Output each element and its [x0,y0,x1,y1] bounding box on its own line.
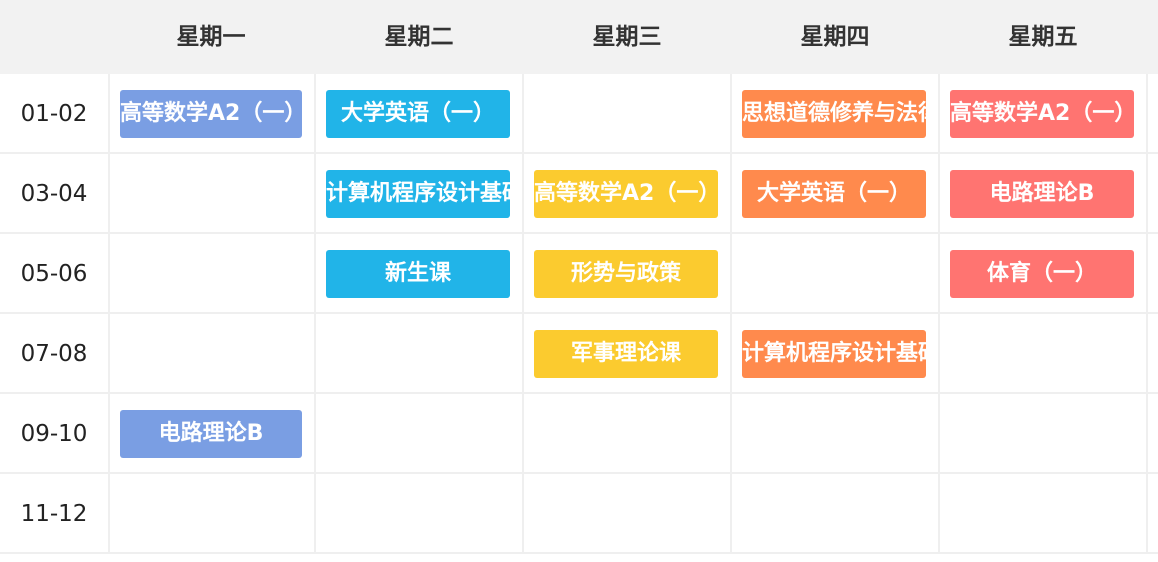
day-header-thursday: 星期四 [800,24,870,50]
course-block[interactable]: 计算机程序设计基础 [742,330,926,378]
course-block[interactable]: 高等数学A2（一） [950,90,1134,138]
course-block[interactable]: 形势与政策 [534,250,718,298]
course-block[interactable]: 高等数学A2（一） [120,90,302,138]
column-divider [1146,74,1148,554]
column-divider [522,74,524,554]
period-label: 05-06 [20,261,88,287]
course-block[interactable]: 电路理论B [950,170,1134,218]
course-block[interactable]: 大学英语（一） [742,170,926,218]
period-label: 09-10 [20,421,88,447]
course-block[interactable]: 大学英语（一） [326,90,510,138]
period-row: 11-12 [0,474,1158,554]
period-label: 03-04 [20,181,88,207]
period-label: 07-08 [20,341,88,367]
column-divider [108,74,110,554]
course-block[interactable]: 计算机程序设计基础 [326,170,510,218]
period-label: 01-02 [20,101,88,127]
course-block[interactable]: 体育（一） [950,250,1134,298]
column-divider [730,74,732,554]
course-block[interactable]: 电路理论B [120,410,302,458]
course-block[interactable]: 军事理论课 [534,330,718,378]
course-block[interactable]: 高等数学A2（一） [534,170,718,218]
course-block[interactable]: 思想道德修养与法律基础 [742,90,926,138]
course-block[interactable]: 新生课 [326,250,510,298]
day-header-tuesday: 星期二 [384,24,454,50]
day-header-friday: 星期五 [1008,24,1078,50]
day-header-monday: 星期一 [176,24,246,50]
timetable-header: 星期一 星期二 星期三 星期四 星期五 [0,0,1158,74]
day-header-wednesday: 星期三 [592,24,662,50]
timetable: 星期一 星期二 星期三 星期四 星期五 01-02 03-04 05-06 07… [0,0,1158,562]
period-label: 11-12 [20,501,88,527]
column-divider [314,74,316,554]
column-divider [938,74,940,554]
